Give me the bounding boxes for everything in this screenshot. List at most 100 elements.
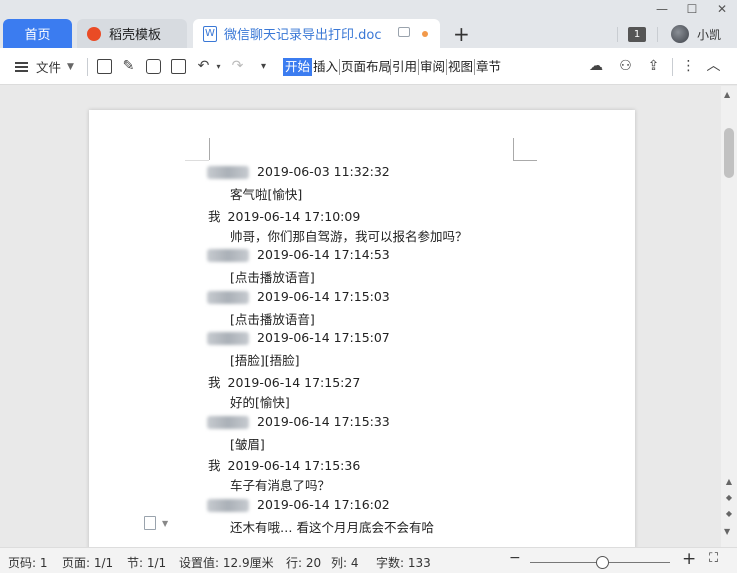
status-col[interactable]: 列: 4 bbox=[331, 554, 359, 571]
status-section[interactable]: 节: 1/1 bbox=[127, 554, 166, 571]
divider bbox=[87, 58, 88, 76]
message-timestamp: 2019-06-14 17:15:27 bbox=[227, 375, 361, 390]
print-icon[interactable] bbox=[146, 59, 161, 74]
minimize-button[interactable]: — bbox=[647, 0, 677, 18]
redacted-sender-name bbox=[207, 416, 249, 429]
message-sender: 我 bbox=[208, 458, 221, 473]
fullscreen-icon[interactable]: ⛶ bbox=[709, 551, 718, 566]
main-menu-button[interactable]: 文件 ▼ bbox=[15, 48, 74, 85]
status-word-count[interactable]: 字数: 133 bbox=[376, 554, 431, 571]
page-up-icon[interactable]: ◆ bbox=[724, 493, 734, 502]
tab-review[interactable]: 审阅 bbox=[420, 58, 445, 76]
divider bbox=[474, 59, 475, 75]
scroll-down-icon[interactable]: ▼ bbox=[724, 527, 730, 536]
toolbar: 文件 ▼ ✎ ↶ ▾ ↷ ▾ 开始 插入 页面布局 引用 审阅 视图 章节 ☁ … bbox=[0, 48, 737, 85]
undo-dropdown-icon[interactable]: ▾ bbox=[211, 59, 226, 74]
message-timestamp: 2019-06-14 17:15:07 bbox=[257, 330, 390, 345]
zoom-slider-handle[interactable] bbox=[596, 556, 609, 569]
cloud-sync-icon[interactable]: ☁ bbox=[586, 59, 606, 74]
print-preview-icon[interactable] bbox=[171, 59, 186, 74]
message-sender: 我 bbox=[208, 209, 221, 224]
avatar[interactable] bbox=[671, 25, 689, 43]
divider bbox=[446, 59, 447, 75]
docer-logo-icon bbox=[87, 26, 101, 41]
maximize-button[interactable]: ☐ bbox=[677, 0, 707, 18]
tab-template[interactable]: 稻壳模板 bbox=[77, 19, 187, 48]
word-doc-icon: W bbox=[203, 25, 217, 42]
margin-corner bbox=[185, 160, 209, 161]
tab-document[interactable]: W 微信聊天记录导出打印.doc bbox=[193, 19, 440, 48]
format-painter-icon[interactable]: ✎ bbox=[121, 59, 136, 74]
chevron-down-icon: ▼ bbox=[67, 61, 74, 72]
unsaved-dot-icon bbox=[422, 31, 428, 37]
more-dropdown-icon[interactable]: ▾ bbox=[256, 59, 271, 74]
message-text: [点击播放语音] bbox=[230, 270, 315, 285]
monitor-icon[interactable] bbox=[398, 27, 410, 37]
vertical-scrollbar[interactable]: ▲ ▲ ◆ ◆ ▼ bbox=[721, 86, 737, 547]
collapse-ribbon-icon[interactable]: ︿ bbox=[706, 59, 721, 74]
scroll-thumb[interactable] bbox=[724, 128, 734, 178]
file-menu-label: 文件 bbox=[36, 60, 62, 75]
message-timestamp: 2019-06-14 17:15:36 bbox=[227, 458, 361, 473]
tab-section[interactable]: 章节 bbox=[476, 58, 501, 76]
status-page-number[interactable]: 页码: 1 bbox=[8, 554, 48, 571]
tab-template-label: 稻壳模板 bbox=[109, 28, 162, 43]
document-icon[interactable] bbox=[144, 516, 156, 530]
save-icon[interactable] bbox=[97, 59, 112, 74]
tab-view[interactable]: 视图 bbox=[448, 58, 473, 76]
new-tab-button[interactable]: + bbox=[453, 22, 470, 46]
message-header: 2019-06-14 17:15:07 bbox=[207, 330, 390, 345]
more-options-icon[interactable]: ⋮ bbox=[681, 59, 696, 74]
status-page-count[interactable]: 页面: 1/1 bbox=[62, 554, 113, 571]
message-header: 我 2019-06-14 17:15:36 bbox=[208, 455, 360, 474]
message-timestamp: 2019-06-14 17:16:02 bbox=[257, 497, 390, 512]
redacted-sender-name bbox=[207, 332, 249, 345]
message-text: [点击播放语音] bbox=[230, 312, 315, 327]
divider bbox=[672, 58, 673, 76]
margin-corner bbox=[513, 138, 514, 160]
message-text: 帅哥，你们那自驾游，我可以报名参加吗？ bbox=[230, 229, 468, 244]
tab-start[interactable]: 开始 bbox=[283, 58, 313, 76]
message-header: 2019-06-03 11:32:32 bbox=[207, 164, 390, 179]
status-bar: 页码: 1 页面: 1/1 节: 1/1 设置值: 12.9厘米 行: 20 列… bbox=[0, 547, 737, 573]
message-timestamp: 2019-06-14 17:15:03 bbox=[257, 289, 390, 304]
menu-icon bbox=[15, 61, 28, 72]
redacted-sender-name bbox=[207, 166, 249, 179]
message-header: 2019-06-14 17:16:02 bbox=[207, 497, 390, 512]
tab-document-label: 微信聊天记录导出打印.doc bbox=[224, 28, 382, 43]
message-header: 2019-06-14 17:15:33 bbox=[207, 414, 390, 429]
zoom-in-icon[interactable]: + bbox=[682, 549, 696, 569]
document-canvas[interactable] bbox=[0, 86, 721, 550]
undo-icon[interactable]: ↶ bbox=[196, 59, 211, 74]
message-timestamp: 2019-06-03 11:32:32 bbox=[257, 164, 390, 179]
message-text: 还木有哦… 看这个月月底会不会有哈 bbox=[230, 520, 434, 535]
status-row[interactable]: 行: 20 bbox=[286, 554, 321, 571]
message-text: 车子有消息了吗？ bbox=[230, 478, 331, 493]
tab-references[interactable]: 引用 bbox=[392, 58, 417, 76]
status-setting[interactable]: 设置值: 12.9厘米 bbox=[179, 554, 274, 571]
add-user-icon[interactable]: ⚇ bbox=[618, 59, 633, 74]
zoom-out-icon[interactable]: − bbox=[509, 550, 521, 566]
scroll-up-icon[interactable]: ▲ bbox=[724, 477, 734, 486]
close-button[interactable]: ✕ bbox=[707, 0, 737, 18]
message-timestamp: 2019-06-14 17:10:09 bbox=[227, 209, 361, 224]
message-timestamp: 2019-06-14 17:15:33 bbox=[257, 414, 390, 429]
message-header: 我 2019-06-14 17:10:09 bbox=[208, 206, 360, 225]
redacted-sender-name bbox=[207, 249, 249, 262]
tab-home-label: 首页 bbox=[24, 28, 51, 43]
title-bar: — ☐ ✕ 首页 稻壳模板 W 微信聊天记录导出打印.doc + 1 小凯 bbox=[0, 0, 737, 48]
message-sender: 我 bbox=[208, 375, 221, 390]
username-label[interactable]: 小凯 bbox=[697, 26, 721, 43]
redacted-sender-name bbox=[207, 499, 249, 512]
share-icon[interactable]: ⇪ bbox=[646, 59, 661, 74]
tab-insert[interactable]: 插入 bbox=[313, 58, 338, 76]
message-text: 好的[愉快] bbox=[230, 395, 290, 410]
window-count-badge[interactable]: 1 bbox=[628, 27, 646, 42]
redo-icon[interactable]: ↷ bbox=[230, 59, 245, 74]
tab-home[interactable]: 首页 bbox=[3, 19, 72, 48]
scroll-up-icon[interactable]: ▲ bbox=[724, 90, 730, 99]
divider bbox=[617, 27, 618, 42]
chevron-down-icon[interactable]: ▼ bbox=[162, 519, 168, 528]
page-down-icon[interactable]: ◆ bbox=[724, 509, 734, 518]
tab-page-layout[interactable]: 页面布局 bbox=[341, 58, 391, 76]
